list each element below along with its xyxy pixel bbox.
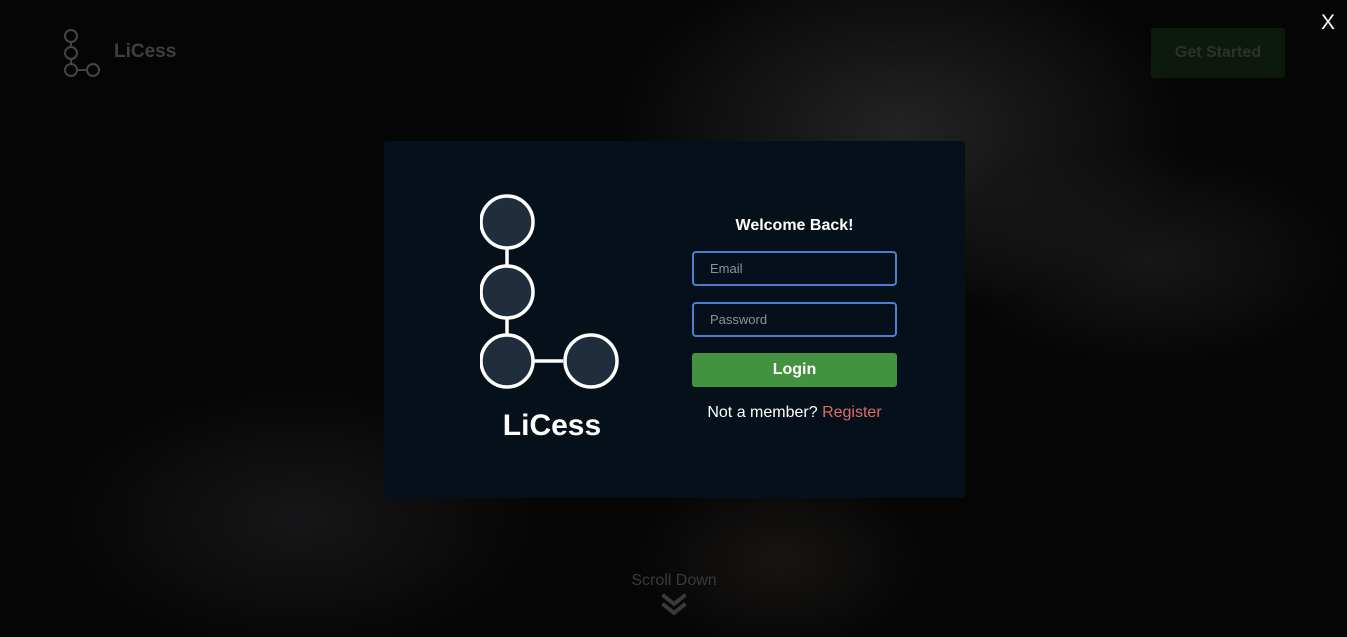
- register-prompt: Not a member?: [707, 404, 818, 421]
- scroll-down-label[interactable]: Scroll Down: [600, 572, 748, 590]
- register-prompt-line: Not a member? Register: [692, 404, 897, 422]
- double-chevron-down-icon[interactable]: [661, 593, 687, 617]
- login-modal: LiCess Welcome Back! Login Not a member?…: [384, 141, 965, 498]
- close-button[interactable]: X: [1316, 10, 1340, 36]
- password-field[interactable]: [692, 302, 897, 337]
- get-started-button[interactable]: Get Started: [1151, 28, 1285, 78]
- modal-brand-name: LiCess: [502, 409, 602, 442]
- page: LiCess Get Started Scroll Down X LiCess …: [0, 0, 1347, 637]
- register-link[interactable]: Register: [822, 404, 882, 421]
- licess-logo-icon: [480, 194, 619, 389]
- login-form: Welcome Back! Login Not a member? Regist…: [692, 215, 897, 422]
- login-button[interactable]: Login: [692, 353, 897, 387]
- brand-name: LiCess: [114, 41, 177, 62]
- form-title: Welcome Back!: [735, 217, 854, 234]
- background-header: LiCess Get Started: [0, 0, 1347, 110]
- licess-logo-icon: [64, 29, 100, 77]
- email-field[interactable]: [692, 251, 897, 286]
